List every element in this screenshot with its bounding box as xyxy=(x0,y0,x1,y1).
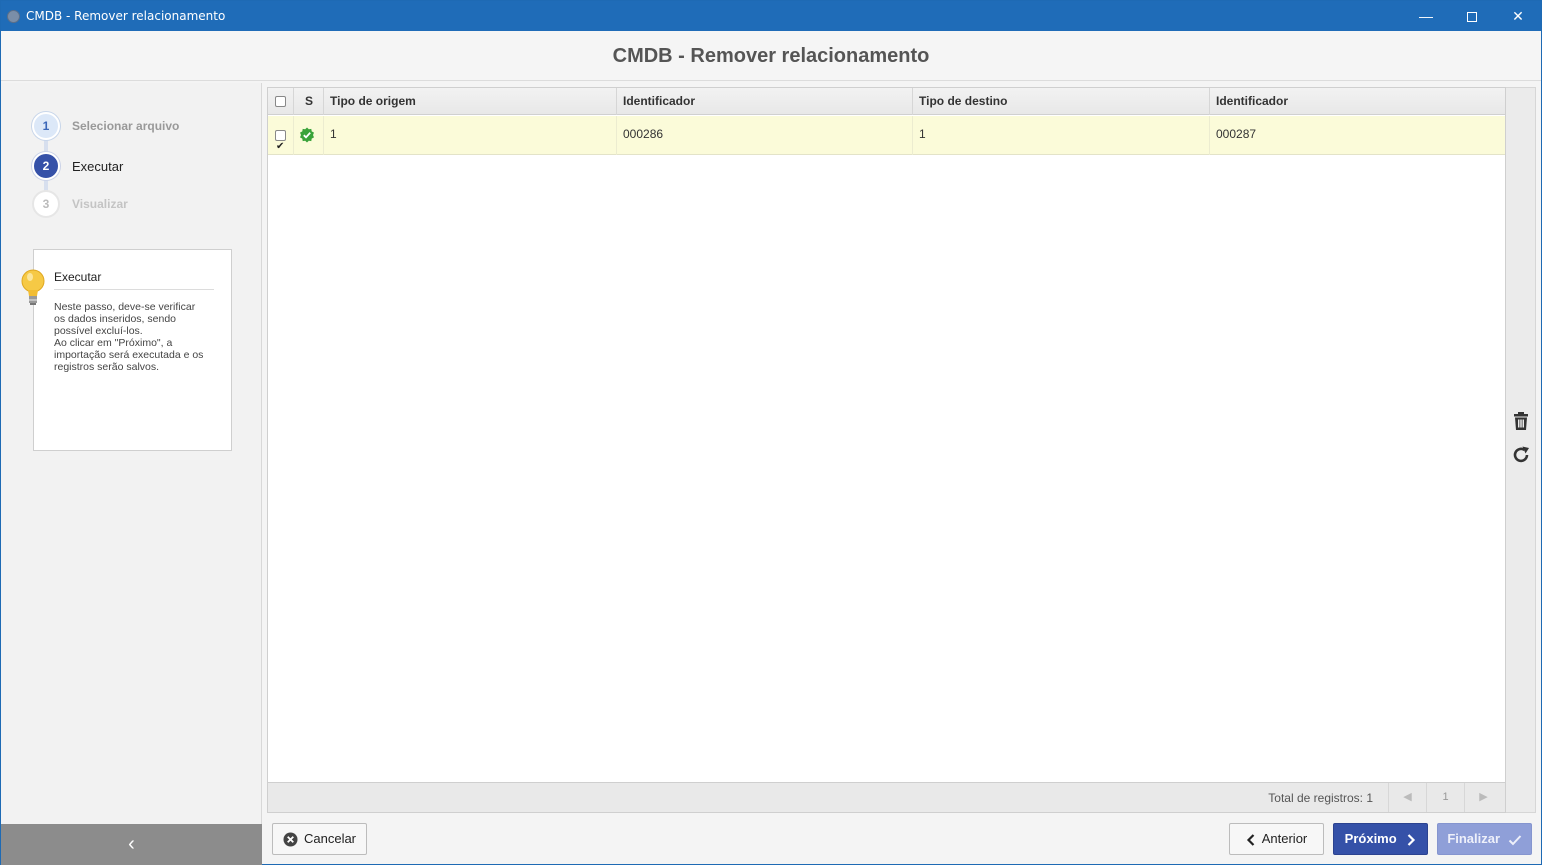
table-row[interactable]: 1 000286 1 000287 xyxy=(268,116,1505,165)
maximize-icon xyxy=(1467,12,1477,23)
records-grid: S Tipo de origem Identificador Tipo de d… xyxy=(267,87,1506,783)
maximize-button[interactable] xyxy=(1449,1,1495,31)
finish-label: Finalizar xyxy=(1447,831,1501,846)
row-checkbox[interactable] xyxy=(275,128,286,165)
total-records: Total de registros: 1 xyxy=(1268,791,1373,805)
app-icon xyxy=(7,10,20,23)
row-select-cell xyxy=(268,116,294,165)
divider xyxy=(54,289,214,290)
help-panel: Executar Neste passo, deve-se verificar … xyxy=(33,249,232,451)
close-button[interactable]: ✕ xyxy=(1495,1,1541,31)
previous-label: Anterior xyxy=(1261,831,1308,846)
cancel-button[interactable]: Cancelar xyxy=(272,823,367,855)
app-window: CMDB - Remover relacionamento — ✕ CMDB -… xyxy=(0,0,1542,865)
step-executar[interactable]: 2 Executar xyxy=(32,152,252,180)
grid-toolbar xyxy=(1506,87,1536,813)
help-title: Executar xyxy=(54,270,102,284)
step-number: 1 xyxy=(32,112,60,140)
window-title: CMDB - Remover relacionamento xyxy=(26,9,226,23)
chevron-right-icon xyxy=(1408,833,1416,846)
column-header-status[interactable]: S xyxy=(294,88,324,115)
status-ok-icon xyxy=(300,127,314,143)
select-all-cell xyxy=(268,88,294,115)
cancel-icon xyxy=(283,832,298,847)
step-label: Selecionar arquivo xyxy=(72,119,180,133)
grid-header: S Tipo de origem Identificador Tipo de d… xyxy=(268,88,1505,115)
trash-icon[interactable] xyxy=(1510,410,1532,432)
minimize-button[interactable]: — xyxy=(1403,1,1449,31)
column-header-tipo-origem[interactable]: Tipo de origem xyxy=(324,88,617,115)
column-header-identificador-destino[interactable]: Identificador xyxy=(1210,88,1505,115)
cell-tipo-origem: 1 xyxy=(324,116,617,155)
step-label: Executar xyxy=(72,159,124,174)
wizard-sidebar: 1 Selecionar arquivo 2 Executar 3 Visual… xyxy=(1,83,262,865)
collapse-sidebar-button[interactable]: ‹ xyxy=(1,824,262,865)
previous-page-button[interactable]: ◀ xyxy=(1388,783,1426,812)
finish-button: Finalizar xyxy=(1437,823,1532,855)
grid-footer: Total de registros: 1 ◀ 1 ▶ xyxy=(267,783,1506,813)
next-label: Próximo xyxy=(1344,831,1397,846)
page-title: CMDB - Remover relacionamento xyxy=(612,45,930,67)
checkmark-icon xyxy=(1508,834,1521,845)
refresh-icon[interactable] xyxy=(1510,444,1532,466)
step-label: Visualizar xyxy=(72,197,128,211)
cell-identificador-destino: 000287 xyxy=(1216,127,1257,141)
previous-button[interactable]: Anterior xyxy=(1229,823,1324,855)
step-visualizar: 3 Visualizar xyxy=(32,190,252,218)
status-cell xyxy=(294,116,324,155)
next-page-button[interactable]: ▶ xyxy=(1464,783,1502,812)
step-selecionar-arquivo[interactable]: 1 Selecionar arquivo xyxy=(32,112,252,140)
cancel-label: Cancelar xyxy=(303,831,357,846)
chevron-left-icon xyxy=(1246,833,1255,846)
page-header: CMDB - Remover relacionamento xyxy=(1,31,1541,81)
column-header-identificador-origem[interactable]: Identificador xyxy=(617,88,913,115)
cell-identificador-origem: 000286 xyxy=(617,116,913,155)
help-text: Neste passo, deve-se verificar os dados … xyxy=(54,301,204,373)
step-number: 2 xyxy=(32,152,60,180)
cell-tipo-destino: 1 xyxy=(913,116,1210,155)
column-header-tipo-destino[interactable]: Tipo de destino xyxy=(913,88,1210,115)
lightbulb-icon xyxy=(21,269,45,305)
page-number: 1 xyxy=(1426,783,1464,812)
chevron-left-icon: ‹ xyxy=(128,833,135,855)
title-bar: CMDB - Remover relacionamento — ✕ xyxy=(1,1,1541,31)
next-button[interactable]: Próximo xyxy=(1333,823,1428,855)
select-all-checkbox[interactable] xyxy=(275,96,286,107)
step-number: 3 xyxy=(32,190,60,218)
